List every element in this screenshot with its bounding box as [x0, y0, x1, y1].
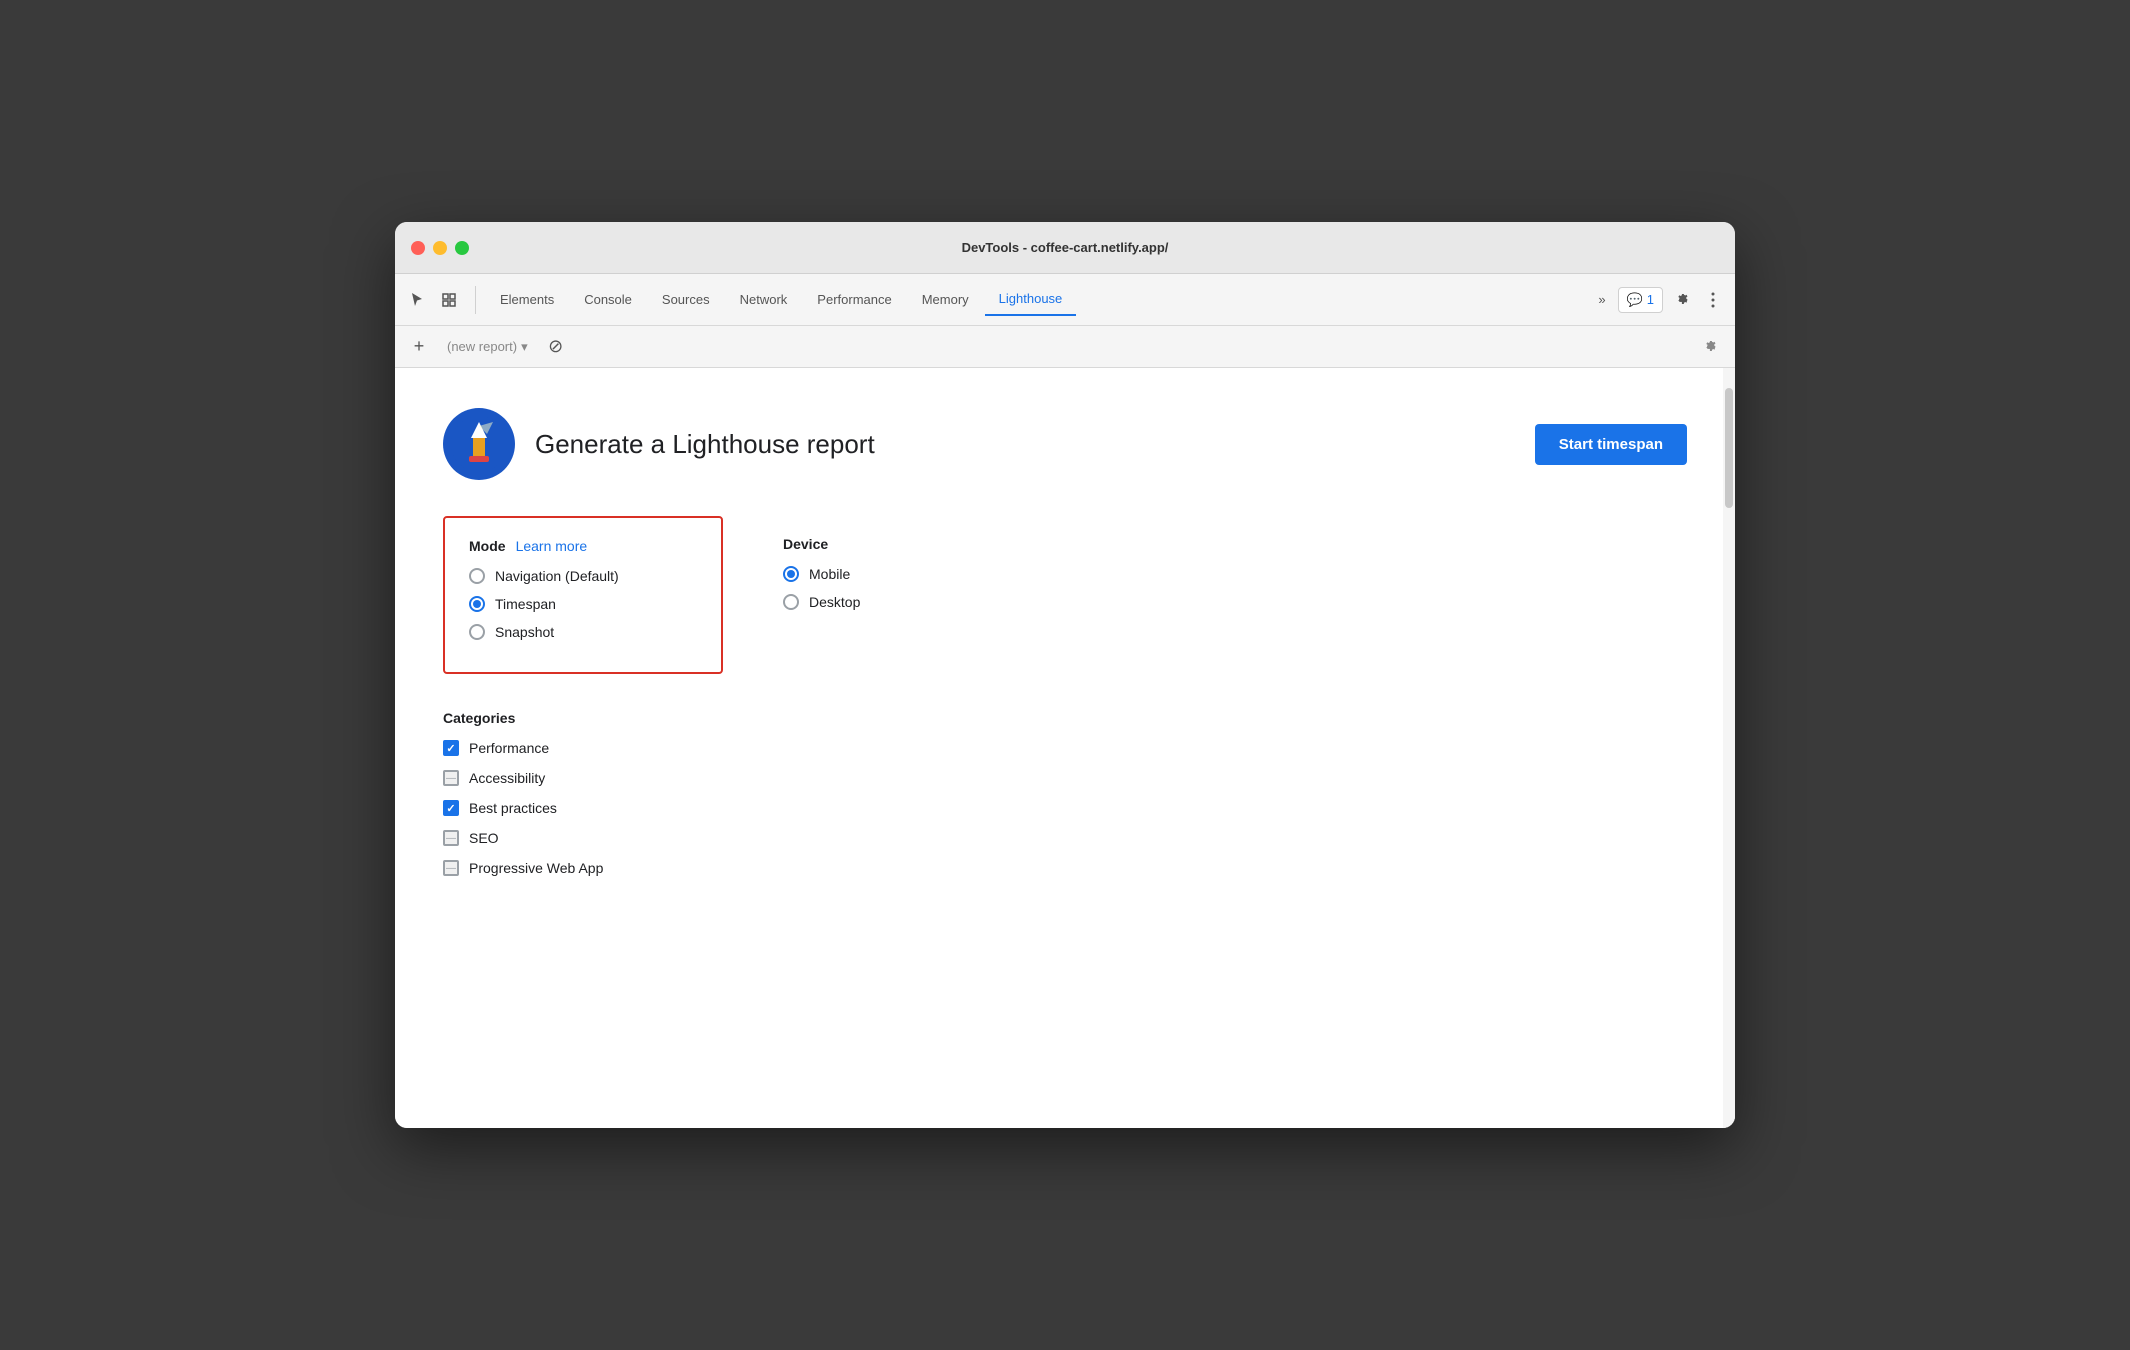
category-best-practices-option[interactable]: Best practices — [443, 800, 1687, 816]
page-title: Generate a Lighthouse report — [535, 429, 875, 460]
traffic-lights — [411, 241, 469, 255]
window-title: DevTools - coffee-cart.netlify.app/ — [962, 240, 1169, 255]
mode-navigation-radio[interactable] — [469, 568, 485, 584]
add-report-button[interactable]: + — [407, 335, 431, 359]
badge-count: 1 — [1647, 292, 1654, 307]
category-accessibility-checkbox[interactable] — [443, 770, 459, 786]
chat-icon: 💬 — [1627, 292, 1643, 308]
mode-snapshot-radio[interactable] — [469, 624, 485, 640]
device-mobile-label: Mobile — [809, 566, 850, 582]
sub-tab-bar: + (new report) ▾ ⊘ — [395, 326, 1735, 368]
categories-section: Categories Performance Accessibility Bes… — [443, 710, 1687, 876]
category-performance-checkbox[interactable] — [443, 740, 459, 756]
mode-navigation-label: Navigation (Default) — [495, 568, 619, 584]
category-seo-option[interactable]: SEO — [443, 830, 1687, 846]
minimize-button[interactable] — [433, 241, 447, 255]
mode-device-row: Mode Learn more Navigation (Default) Tim… — [443, 516, 1687, 674]
scrollbar-thumb[interactable] — [1725, 388, 1733, 508]
sub-tab-right — [1695, 333, 1723, 361]
mode-snapshot-option[interactable]: Snapshot — [469, 624, 697, 640]
inspect-icon[interactable] — [435, 286, 463, 314]
category-pwa-checkbox[interactable] — [443, 860, 459, 876]
lighthouse-logo — [443, 408, 515, 480]
tab-bar: Elements Console Sources Network Perform… — [395, 274, 1735, 326]
device-mobile-option[interactable]: Mobile — [783, 566, 860, 582]
header-section: Generate a Lighthouse report Start times… — [443, 408, 1687, 480]
tab-elements[interactable]: Elements — [486, 284, 568, 315]
header-left: Generate a Lighthouse report — [443, 408, 875, 480]
category-performance-option[interactable]: Performance — [443, 740, 1687, 756]
tab-performance[interactable]: Performance — [803, 284, 905, 315]
close-button[interactable] — [411, 241, 425, 255]
device-mobile-radio[interactable] — [783, 566, 799, 582]
scrollbar-track[interactable] — [1723, 368, 1735, 1128]
category-pwa-option[interactable]: Progressive Web App — [443, 860, 1687, 876]
more-options-icon[interactable] — [1699, 286, 1727, 314]
device-title: Device — [783, 536, 860, 552]
tab-network[interactable]: Network — [726, 284, 802, 315]
settings-icon[interactable] — [1667, 286, 1695, 314]
dropdown-arrow: ▾ — [521, 339, 528, 355]
main-content: Generate a Lighthouse report Start times… — [395, 368, 1735, 1128]
device-desktop-option[interactable]: Desktop — [783, 594, 860, 610]
category-accessibility-label: Accessibility — [469, 770, 545, 786]
mode-title: Mode Learn more — [469, 538, 697, 554]
device-section: Device Mobile Desktop — [783, 516, 860, 674]
console-badge-button[interactable]: 💬 1 — [1618, 287, 1663, 313]
category-accessibility-option[interactable]: Accessibility — [443, 770, 1687, 786]
title-bar: DevTools - coffee-cart.netlify.app/ — [395, 222, 1735, 274]
category-seo-label: SEO — [469, 830, 499, 846]
devtools-icons — [403, 286, 476, 314]
category-pwa-label: Progressive Web App — [469, 860, 603, 876]
sub-settings-icon[interactable] — [1695, 333, 1723, 361]
category-performance-label: Performance — [469, 740, 549, 756]
category-best-practices-label: Best practices — [469, 800, 557, 816]
tab-sources[interactable]: Sources — [648, 284, 724, 315]
mode-timespan-radio[interactable] — [469, 596, 485, 612]
delete-report-button[interactable]: ⊘ — [544, 335, 568, 359]
category-seo-checkbox[interactable] — [443, 830, 459, 846]
maximize-button[interactable] — [455, 241, 469, 255]
device-desktop-label: Desktop — [809, 594, 860, 610]
more-tabs-button[interactable]: » — [1590, 286, 1613, 313]
learn-more-link[interactable]: Learn more — [516, 538, 588, 554]
mode-snapshot-label: Snapshot — [495, 624, 554, 640]
device-desktop-radio[interactable] — [783, 594, 799, 610]
category-best-practices-checkbox[interactable] — [443, 800, 459, 816]
mode-timespan-option[interactable]: Timespan — [469, 596, 697, 612]
categories-title: Categories — [443, 710, 1687, 726]
devtools-window: DevTools - coffee-cart.netlify.app/ Elem… — [395, 222, 1735, 1128]
tab-console[interactable]: Console — [570, 284, 646, 315]
cursor-icon[interactable] — [403, 286, 431, 314]
tab-bar-right: » 💬 1 — [1590, 286, 1727, 314]
mode-section: Mode Learn more Navigation (Default) Tim… — [443, 516, 723, 674]
tab-lighthouse[interactable]: Lighthouse — [985, 283, 1077, 316]
report-dropdown[interactable]: (new report) ▾ — [439, 335, 536, 359]
report-name: (new report) — [447, 339, 517, 354]
mode-navigation-option[interactable]: Navigation (Default) — [469, 568, 697, 584]
tab-memory[interactable]: Memory — [908, 284, 983, 315]
start-timespan-button[interactable]: Start timespan — [1535, 424, 1687, 465]
mode-timespan-label: Timespan — [495, 596, 556, 612]
